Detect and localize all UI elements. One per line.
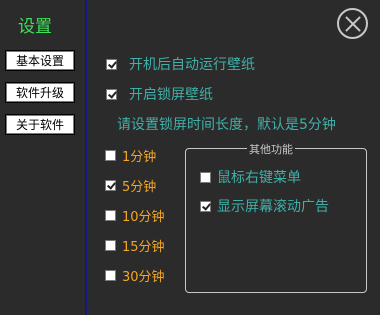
duration-label-10: 10分钟	[122, 210, 165, 225]
duration-checkbox-5[interactable]	[105, 180, 116, 191]
lock-screen-label: 开启锁屏壁纸	[129, 87, 213, 103]
duration-label-1: 1分钟	[122, 150, 157, 165]
lock-screen-checkbox[interactable]	[106, 88, 117, 100]
auto-start-checkbox[interactable]	[106, 58, 117, 70]
duration-checkbox-10[interactable]	[105, 210, 116, 221]
duration-label-15: 15分钟	[122, 240, 165, 255]
scrolling-ad-checkbox[interactable]	[200, 200, 211, 212]
sidebar-divider	[85, 0, 87, 315]
duration-checkbox-1[interactable]	[105, 150, 116, 161]
duration-checkbox-30[interactable]	[105, 270, 116, 281]
sidebar: 设置 基本设置 软件升级 关于软件	[0, 0, 85, 315]
about-software-button[interactable]: 关于软件	[5, 114, 75, 135]
basic-settings-button[interactable]: 基本设置	[5, 50, 75, 71]
duration-option-10[interactable]: 10分钟	[105, 206, 165, 225]
scrolling-ad-option[interactable]: 显示屏幕滚动广告	[200, 196, 329, 216]
duration-option-5[interactable]: 5分钟	[105, 176, 156, 195]
software-upgrade-button[interactable]: 软件升级	[5, 82, 75, 103]
close-icon[interactable]	[337, 8, 368, 39]
lock-screen-option[interactable]: 开启锁屏壁纸	[106, 84, 213, 104]
right-click-menu-label: 鼠标右键菜单	[217, 170, 301, 186]
settings-title: 设置	[18, 17, 52, 37]
duration-option-1[interactable]: 1分钟	[105, 146, 156, 165]
scrolling-ad-label: 显示屏幕滚动广告	[217, 199, 329, 215]
lock-duration-hint: 请设置锁屏时间长度，默认是5分钟	[117, 117, 336, 133]
duration-label-30: 30分钟	[122, 270, 165, 285]
duration-option-15[interactable]: 15分钟	[105, 236, 165, 255]
duration-option-30[interactable]: 30分钟	[105, 266, 165, 285]
other-features-title: 其他功能	[247, 141, 295, 157]
auto-start-option[interactable]: 开机后自动运行壁纸	[106, 54, 255, 74]
duration-checkbox-15[interactable]	[105, 240, 116, 251]
auto-start-label: 开机后自动运行壁纸	[129, 57, 255, 73]
right-click-menu-checkbox[interactable]	[200, 171, 211, 183]
duration-label-5: 5分钟	[122, 180, 157, 195]
right-click-menu-option[interactable]: 鼠标右键菜单	[200, 167, 301, 187]
